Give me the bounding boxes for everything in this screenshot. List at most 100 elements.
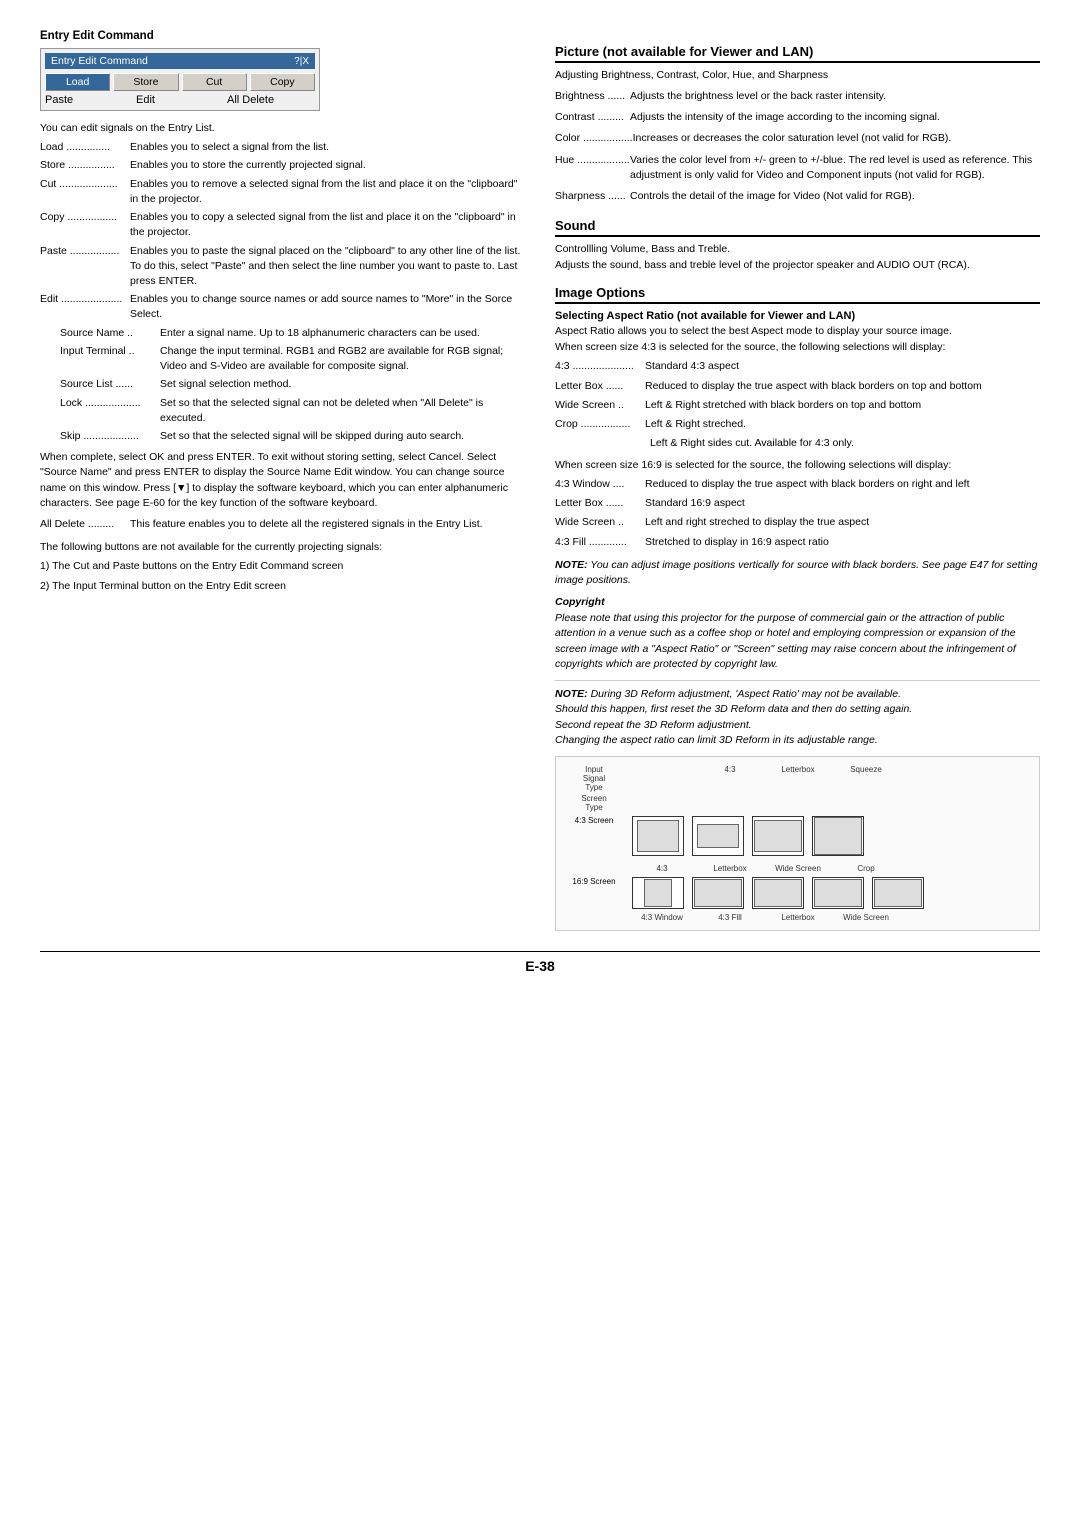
list-item: Paste ................. Enables you to p… [40, 244, 525, 290]
aspect-label: Crop ................. [555, 417, 645, 432]
diagram-header-cell: Input Signal Type Screen Type [564, 765, 624, 812]
item-label: All Delete ......... [40, 517, 130, 532]
item-content: Enables you to remove a selected signal … [130, 177, 525, 207]
entry-edit-box-label: Entry Edit Command [51, 55, 148, 67]
diagram-cell [632, 877, 684, 909]
aspect-letterbox-item: Letter Box ...... Reduced to display the… [555, 379, 1040, 394]
list-item: Edit ..................... Enables you t… [40, 292, 525, 322]
aspect-label: Letter Box ...... [555, 496, 645, 511]
when-43-text: When screen size 4:3 is selected for the… [555, 341, 1040, 353]
aspect-diagram: Input Signal Type Screen Type 4:3 Letter… [555, 756, 1040, 931]
item-label: Store ................ [40, 158, 130, 173]
diagram-cell [812, 877, 864, 909]
entry-edit-description: You can edit signals on the Entry List. … [40, 121, 525, 594]
note-block: NOTE: During 3D Reform adjustment, 'Aspe… [555, 680, 1040, 748]
item-content: Enables you to change source names or ad… [130, 292, 525, 322]
aspect-content: Reduced to display the true aspect with … [645, 379, 1040, 394]
diagram-cell [752, 816, 804, 856]
contrast-label: Contrast ......... [555, 110, 630, 125]
diagram-col-header: Wide Screen [768, 864, 828, 873]
diagram-col-header: 4:3 [700, 765, 760, 774]
hue-label: Hue .................. [555, 153, 630, 183]
diagram-header-row: Input Signal Type Screen Type 4:3 Letter… [564, 765, 1031, 812]
picture-subtitle: Adjusting Brightness, Contrast, Color, H… [555, 69, 1040, 81]
store-button[interactable]: Store [113, 73, 178, 91]
sub-item-content: Enter a signal name. Up to 18 alphanumer… [160, 326, 525, 341]
aspect-label: Letter Box ...... [555, 379, 645, 394]
item-content: This feature enables you to delete all t… [130, 517, 525, 532]
aspect-43-item: 4:3 ..................... Standard 4:3 a… [555, 359, 1040, 374]
sound-text: Adjusts the sound, bass and treble level… [555, 259, 1040, 271]
diagram-col-header: Wide Screen [836, 913, 896, 922]
sound-section: Sound Controllling Volume, Bass and Treb… [555, 218, 1040, 271]
left-column: Entry Edit Command Entry Edit Command ?|… [40, 30, 525, 931]
diagram-169-header-row: 4:3 Letterbox Wide Screen Crop [564, 864, 1031, 873]
contrast-content: Adjusts the intensity of the image accor… [630, 110, 1040, 125]
sub-item-content: Set so that the selected signal will be … [160, 429, 525, 444]
sound-section-title: Sound [555, 218, 1040, 237]
sub-item-label: Source Name .. [60, 326, 160, 341]
sub-item-content: Set so that the selected signal can not … [160, 396, 525, 426]
diagram-row-label: 16:9 Screen [564, 877, 624, 886]
item-label: Edit ..................... [40, 292, 130, 322]
diagram-169-second-row-labels: 4:3 Window 4:3 Fill Letterbox Wide Scree… [564, 913, 1031, 922]
cut-button[interactable]: Cut [182, 73, 247, 91]
right-column: Picture (not available for Viewer and LA… [555, 30, 1040, 931]
paste-button[interactable]: Paste [45, 94, 133, 106]
entry-edit-box-controls[interactable]: ?|X [294, 56, 309, 67]
selecting-text: Aspect Ratio allows you to select the be… [555, 325, 1040, 337]
when-169-text: When screen size 16:9 is selected for th… [555, 459, 1040, 471]
item-content: Enables you to copy a selected signal fr… [130, 210, 525, 240]
hue-item: Hue .................. Varies the color … [555, 153, 1040, 183]
bullet-1: 1) The Cut and Paste buttons on the Entr… [40, 559, 525, 574]
diagram-cell [692, 816, 744, 856]
aspect-content: Stretched to display in 16:9 aspect rati… [645, 535, 1040, 550]
item-label: Cut .................... [40, 177, 130, 207]
page-number: E-38 [525, 958, 555, 974]
aspect-label: 4:3 ..................... [555, 359, 645, 374]
aspect-label: Wide Screen .. [555, 515, 645, 530]
aspect-content: Left & Right stretched with black border… [645, 398, 1040, 413]
picture-section-title: Picture (not available for Viewer and LA… [555, 44, 1040, 63]
aspect-content: Left and right streched to display the t… [645, 515, 1040, 530]
selecting-aspect-title: Selecting Aspect Ratio (not available fo… [555, 310, 1040, 322]
copy-button[interactable]: Copy [250, 73, 315, 91]
aspect-content: Reduced to display the true aspect with … [645, 477, 1040, 492]
item-content: Enables you to store the currently proje… [130, 158, 525, 173]
load-button[interactable]: Load [45, 73, 110, 91]
aspect-letterbox2-item: Letter Box ...... Standard 16:9 aspect [555, 496, 1040, 511]
aspect-43fill-item: 4:3 Fill ............. Stretched to disp… [555, 535, 1040, 550]
entry-edit-title: Entry Edit Command [40, 30, 525, 42]
sub-list-item: Skip ................... Set so that the… [40, 429, 525, 444]
sharpness-item: Sharpness ...... Controls the detail of … [555, 189, 1040, 204]
diagram-col-header: Letterbox [768, 765, 828, 774]
list-item: Load ............... Enables you to sele… [40, 140, 525, 155]
page-footer: E-38 [40, 951, 1040, 974]
aspect-content: Left & Right streched. [645, 417, 1040, 432]
sub-item-label: Lock ................... [60, 396, 160, 426]
diagram-col-header: 4:3 Fill [700, 913, 760, 922]
aspect-43window-item: 4:3 Window .... Reduced to display the t… [555, 477, 1040, 492]
hue-content: Varies the color level from +/- green to… [630, 153, 1040, 183]
brightness-item: Brightness ...... Adjusts the brightness… [555, 89, 1040, 104]
diagram-cell [692, 877, 744, 909]
diagram-row-label: 4:3 Screen [564, 816, 624, 825]
aspect-content: Standard 4:3 aspect [645, 359, 1040, 374]
aspect-widescreen-item: Wide Screen .. Left & Right stretched wi… [555, 398, 1040, 413]
item-label: Paste ................. [40, 244, 130, 290]
all-delete-button[interactable]: All Delete [227, 94, 315, 106]
image-options-section: Image Options Selecting Aspect Ratio (no… [555, 285, 1040, 931]
aspect-label: Wide Screen .. [555, 398, 645, 413]
diagram-cell [752, 877, 804, 909]
diagram-cell [812, 816, 864, 856]
sub-item-label: Source List ...... [60, 377, 160, 392]
sub-list-item: Source List ...... Set signal selection … [40, 377, 525, 392]
sub-item-label: Skip ................... [60, 429, 160, 444]
image-options-title: Image Options [555, 285, 1040, 304]
diagram-cell [632, 816, 684, 856]
item-content: Enables you to select a signal from the … [130, 140, 525, 155]
sub-list-item: Lock ................... Set so that the… [40, 396, 525, 426]
color-label: Color ................. [555, 131, 633, 146]
list-item: Cut .................... Enables you to … [40, 177, 525, 207]
edit-button[interactable]: Edit [136, 94, 224, 106]
